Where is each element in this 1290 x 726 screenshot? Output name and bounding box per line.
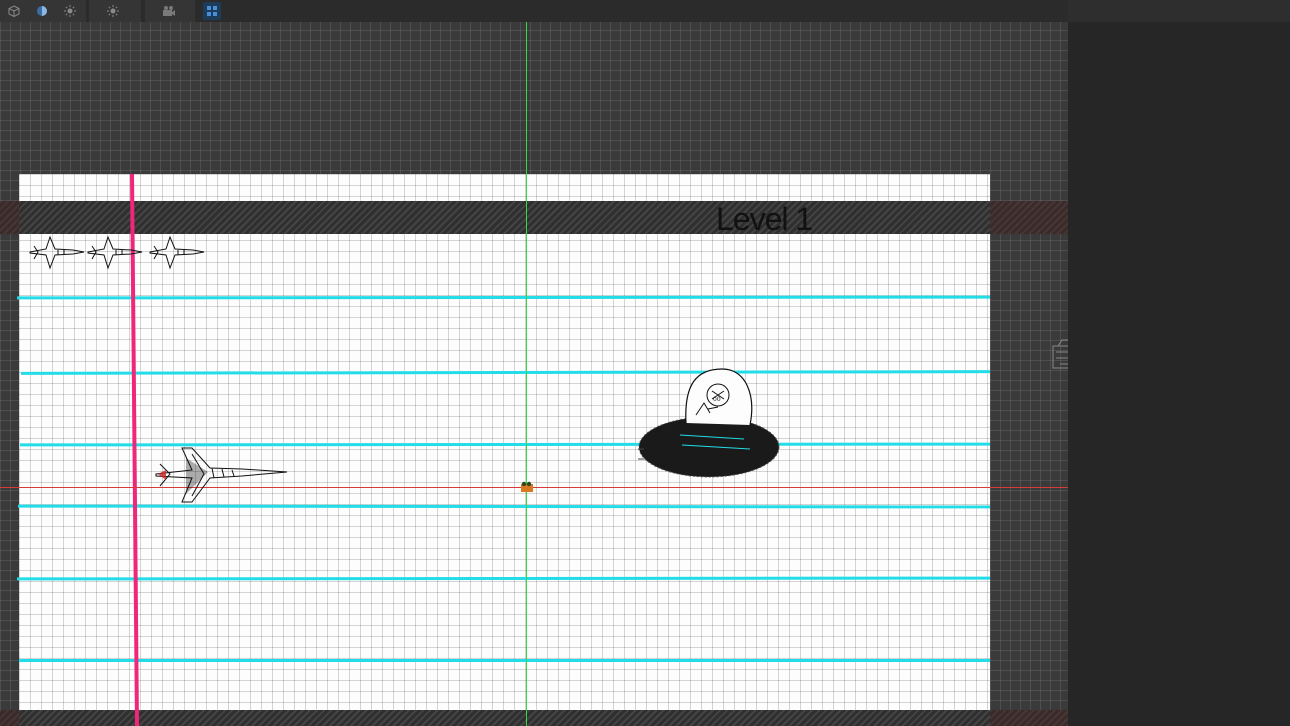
fighter-jet-icon bbox=[29, 235, 85, 270]
scene-toolbar bbox=[0, 0, 1068, 22]
toolbar-group-camera bbox=[145, 0, 195, 22]
inspector-header bbox=[1068, 0, 1290, 22]
ufo-alien-sprite[interactable]: 00 bbox=[634, 365, 786, 483]
camera-icon[interactable] bbox=[160, 2, 178, 20]
life-icons[interactable] bbox=[28, 232, 208, 274]
shading-mode-icon[interactable] bbox=[33, 2, 51, 20]
gizmo-grid-icon[interactable] bbox=[203, 2, 221, 20]
ruled-line bbox=[19, 659, 990, 662]
title-band-strip bbox=[19, 201, 990, 234]
transform-pivot-icon[interactable] bbox=[520, 481, 534, 493]
sun-icon[interactable] bbox=[104, 2, 122, 20]
toolbar-group-effects bbox=[89, 0, 141, 22]
svg-text:00: 00 bbox=[713, 396, 721, 403]
bottom-band-strip bbox=[19, 710, 990, 726]
3d-cube-icon[interactable] bbox=[5, 2, 23, 20]
level-title[interactable]: Level 1 bbox=[716, 199, 836, 237]
inspector-panel bbox=[1068, 0, 1290, 726]
enemy-spawner-icon[interactable] bbox=[1050, 338, 1068, 374]
player-jet-sprite[interactable] bbox=[152, 444, 292, 508]
fighter-jet-icon bbox=[149, 235, 205, 270]
scene-view[interactable]: Level 1 00 bbox=[0, 0, 1068, 726]
y-axis-line bbox=[526, 0, 527, 726]
lighting-icon[interactable] bbox=[61, 2, 79, 20]
fighter-jet-icon bbox=[87, 235, 143, 270]
toolbar-group-view bbox=[0, 0, 86, 22]
